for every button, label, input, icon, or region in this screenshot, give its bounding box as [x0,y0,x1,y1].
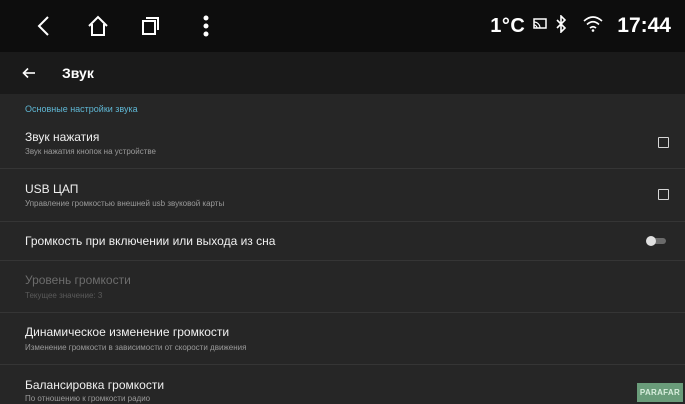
settings-list: Основные настройки звука Звук нажатия Зв… [0,94,685,404]
section-header: Основные настройки звука [25,104,138,114]
setting-subtitle: Текущее значение: 3 [25,291,103,300]
watermark-logo: PARAFAR [637,383,683,402]
arrow-back-icon[interactable] [22,52,36,94]
setting-title: Балансировка громкости [25,378,165,392]
setting-volume-level[interactable]: Уровень громкости Текущее значение: 3 [0,261,685,313]
setting-title: Уровень громкости [25,273,131,287]
recents-icon[interactable] [128,0,172,52]
wifi-icon [583,15,603,37]
wake-volume-toggle[interactable] [646,236,667,246]
setting-dynamic-volume[interactable]: Динамическое изменение громкости Изменен… [0,313,685,365]
key-click-sound-checkbox[interactable] [658,137,669,148]
clock: 17:44 [617,14,671,37]
setting-subtitle: Звук нажатия кнопок на устройстве [25,147,156,156]
app-bar: Звук [0,52,685,94]
setting-key-click-sound[interactable]: Звук нажатия Звук нажатия кнопок на устр… [0,120,685,169]
usb-dac-checkbox[interactable] [658,189,669,200]
setting-subtitle: Изменение громкости в зависимости от ско… [25,343,247,352]
status-indicators: 1°C 17:44 [490,0,671,52]
home-icon[interactable] [76,0,120,52]
menu-icon[interactable] [184,0,228,52]
setting-usb-dac[interactable]: USB ЦАП Управление громкостью внешней us… [0,169,685,222]
toggle-thumb [646,236,656,246]
setting-wake-volume[interactable]: Громкость при включении или выхода из сн… [0,222,685,261]
status-bar: 1°C 17:44 [0,0,685,52]
setting-title: Громкость при включении или выхода из сн… [25,234,276,248]
cast-icon [533,17,548,35]
setting-title: Динамическое изменение громкости [25,325,230,339]
setting-title: USB ЦАП [25,182,79,196]
setting-title: Звук нажатия [25,130,100,144]
setting-subtitle: По отношению к громкости радио [25,394,151,403]
back-icon[interactable] [22,0,66,52]
setting-subtitle: Управление громкостью внешней usb звуков… [25,199,225,208]
page-title: Звук [62,65,94,81]
temperature: 1°C [490,14,526,37]
bluetooth-icon [555,13,567,38]
setting-volume-balance[interactable]: Балансировка громкости По отношению к гр… [0,365,685,404]
